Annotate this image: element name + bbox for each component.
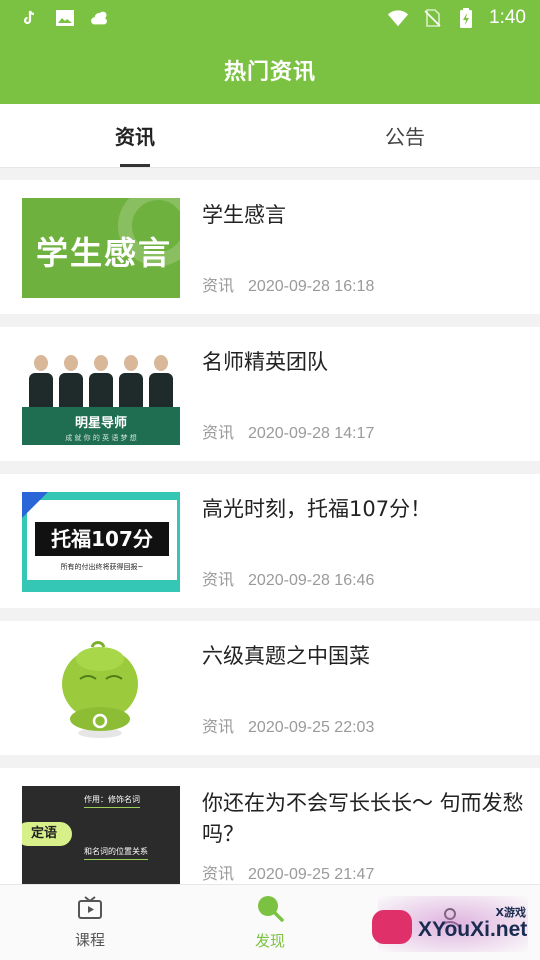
status-bar: 1:40 — [0, 0, 540, 36]
article-meta: 资讯 2020-09-25 22:03 — [202, 713, 388, 737]
list-item[interactable]: 定语 作用：修饰名词 和名词的位置关系 你还在为不会写长长长～ 句而发愁吗？ 资… — [0, 768, 540, 902]
article-thumbnail — [22, 639, 180, 739]
weather-icon — [90, 7, 112, 29]
thumbnail-text: 托福107分 — [35, 522, 169, 556]
tab-news[interactable]: 资讯 — [0, 104, 270, 167]
list-item[interactable]: 明星导师 成 就 你 的 英 语 梦 想 名师精英团队 资讯 2020-09-28… — [0, 327, 540, 461]
tab-label: 公告 — [385, 125, 425, 149]
article-time: 2020-09-28 14:17 — [248, 425, 375, 442]
thumbnail-text: 明星导师 — [74, 416, 127, 431]
article-title: 高光时刻，托福107分！ — [202, 497, 432, 521]
thumbnail-text: 学生感言 — [36, 234, 173, 272]
nav-label: 发现 — [254, 932, 285, 950]
article-title: 学生感言 — [202, 203, 286, 227]
article-title: 名师精英团队 — [202, 350, 328, 374]
app-bar: 热门资讯 — [0, 36, 540, 104]
thumbnail-banner: 明星导师 成 就 你 的 英 语 梦 想 — [22, 407, 180, 445]
thumbnail-subtext: 成 就 你 的 英 语 梦 想 — [65, 434, 137, 442]
watermark-text: XYouXi.net — [418, 918, 528, 941]
article-category: 资讯 — [202, 719, 235, 736]
status-time: 1:40 — [489, 7, 526, 28]
article-category: 资讯 — [202, 572, 235, 589]
no-sim-icon — [421, 7, 443, 29]
list-item[interactable]: 托福107分 所有的付出终将获得回报~ 高光时刻，托福107分！ 资讯 2020-… — [0, 474, 540, 608]
article-list: 学生感言 学生感言 资讯 2020-09-28 16:18 明星导师 成 就 你 … — [0, 180, 540, 915]
watermark: X游戏 XYouXi.net — [368, 888, 538, 958]
article-meta: 资讯 2020-09-25 21:47 — [202, 860, 388, 884]
article-meta: 资讯 2020-09-28 16:46 — [202, 566, 388, 590]
thumbnail-subtext: 所有的付出终将获得回报~ — [60, 563, 144, 571]
tv-play-icon — [77, 895, 103, 925]
article-meta: 资讯 2020-09-28 14:17 — [202, 419, 388, 443]
thumbnail-text: 定语 — [22, 822, 72, 846]
frog-mascot-icon — [62, 641, 138, 738]
article-time: 2020-09-25 22:03 — [248, 719, 375, 736]
thumbnail-decoration — [22, 492, 48, 518]
article-meta: 资讯 2020-09-28 16:18 — [202, 272, 388, 296]
article-category: 资讯 — [202, 866, 235, 883]
nav-item-courses[interactable]: 课程 — [0, 885, 180, 960]
article-thumbnail: 学生感言 — [22, 198, 180, 298]
article-thumbnail: 定语 作用：修饰名词 和名词的位置关系 — [22, 786, 180, 886]
article-thumbnail: 明星导师 成 就 你 的 英 语 梦 想 — [22, 345, 180, 445]
article-title: 六级真题之中国菜 — [202, 644, 370, 668]
article-time: 2020-09-25 21:47 — [248, 866, 375, 883]
tab-announcements[interactable]: 公告 — [270, 104, 540, 167]
gamepad-logo-icon — [372, 910, 412, 944]
thumbnail-subtext: 作用：修饰名词 — [84, 794, 140, 808]
article-time: 2020-09-28 16:18 — [248, 278, 375, 295]
list-item[interactable]: 六级真题之中国菜 资讯 2020-09-25 22:03 — [0, 621, 540, 755]
tiktok-icon — [18, 7, 40, 29]
article-time: 2020-09-28 16:46 — [248, 572, 375, 589]
nav-label: 课程 — [74, 931, 105, 949]
battery-charging-icon — [455, 7, 477, 29]
list-item[interactable]: 学生感言 学生感言 资讯 2020-09-28 16:18 — [0, 180, 540, 314]
page-title: 热门资讯 — [223, 60, 316, 85]
article-category: 资讯 — [202, 425, 235, 442]
wifi-icon — [387, 7, 409, 29]
image-icon — [54, 7, 76, 29]
article-category: 资讯 — [202, 278, 235, 295]
article-title: 你还在为不会写长长长～ 句而发愁吗？ — [202, 791, 524, 846]
search-icon — [256, 894, 284, 926]
tab-label: 资讯 — [115, 125, 155, 149]
nav-item-discover[interactable]: 发现 — [180, 885, 360, 960]
teacher-photo — [22, 345, 180, 407]
tab-bar: 资讯 公告 — [0, 104, 540, 168]
thumbnail-subtext: 和名词的位置关系 — [84, 846, 148, 860]
article-thumbnail: 托福107分 所有的付出终将获得回报~ — [22, 492, 180, 592]
tab-indicator — [120, 164, 150, 167]
